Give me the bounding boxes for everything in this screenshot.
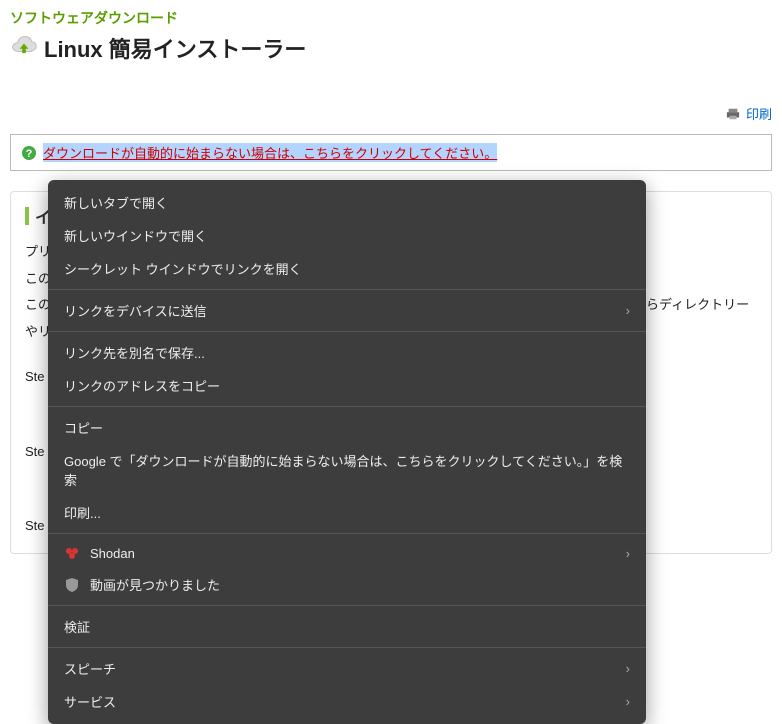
menu-separator xyxy=(48,533,646,534)
printer-icon xyxy=(726,107,740,124)
menu-separator xyxy=(48,406,646,407)
context-menu-item[interactable]: 検証 xyxy=(48,610,646,643)
menu-item-label: 新しいタブで開く xyxy=(64,193,168,212)
help-icon: ? xyxy=(21,145,37,161)
menu-item-label: リンクのアドレスをコピー xyxy=(64,376,220,395)
menu-item-label: サービス xyxy=(64,692,116,711)
page-title: Linux 簡易インストーラー xyxy=(44,32,306,64)
context-menu-item[interactable]: Shodan › xyxy=(48,538,646,568)
menu-item-label: Google で「ダウンロードが自動的に始まらない場合は、こちらをクリックしてく… xyxy=(64,451,630,489)
context-menu-item[interactable]: リンクのアドレスをコピー xyxy=(48,369,646,402)
chevron-right-icon: › xyxy=(626,303,630,318)
menu-item-label: リンクをデバイスに送信 xyxy=(64,301,207,320)
menu-separator xyxy=(48,331,646,332)
menu-separator xyxy=(48,605,646,606)
menu-item-label: シークレット ウインドウでリンクを開く xyxy=(64,259,302,278)
title-row: Linux 簡易インストーラー xyxy=(10,32,772,64)
context-menu-item[interactable]: 新しいウインドウで開く xyxy=(48,219,646,252)
print-link[interactable]: 印刷 xyxy=(746,107,772,122)
menu-item-label: コピー xyxy=(64,418,103,437)
context-menu-item[interactable]: 動画が見つかりました xyxy=(48,568,646,601)
menu-item-label: 印刷... xyxy=(64,503,101,522)
menu-separator xyxy=(48,647,646,648)
chevron-right-icon: › xyxy=(626,661,630,676)
menu-item-label: スピーチ xyxy=(64,659,116,678)
context-menu: 新しいタブで開く新しいウインドウで開くシークレット ウインドウでリンクを開くリン… xyxy=(48,180,646,724)
context-menu-item[interactable]: コピー xyxy=(48,411,646,444)
chevron-right-icon: › xyxy=(626,546,630,561)
context-menu-item[interactable]: サービス › xyxy=(48,685,646,718)
menu-item-label: Shodan xyxy=(90,546,135,561)
shodan-icon xyxy=(64,545,80,561)
context-menu-item[interactable]: リンクをデバイスに送信 › xyxy=(48,294,646,327)
breadcrumb[interactable]: ソフトウェアダウンロード xyxy=(10,8,772,28)
notice-box: ? ダウンロードが自動的に始まらない場合は、こちらをクリックしてください。 xyxy=(10,134,772,171)
shield-icon xyxy=(64,577,80,593)
menu-item-label: 検証 xyxy=(64,617,90,636)
context-menu-item[interactable]: シークレット ウインドウでリンクを開く xyxy=(48,252,646,285)
menu-item-label: リンク先を別名で保存... xyxy=(64,343,205,362)
context-menu-item[interactable]: 印刷... xyxy=(48,496,646,529)
green-accent-bar xyxy=(25,207,29,225)
context-menu-item[interactable]: 新しいタブで開く xyxy=(48,186,646,219)
download-cloud-icon xyxy=(10,33,38,64)
svg-text:?: ? xyxy=(26,148,33,160)
context-menu-item[interactable]: リンク先を別名で保存... xyxy=(48,336,646,369)
print-row: 印刷 xyxy=(10,104,772,124)
menu-item-label: 動画が見つかりました xyxy=(90,575,220,594)
context-menu-item[interactable]: Google で「ダウンロードが自動的に始まらない場合は、こちらをクリックしてく… xyxy=(48,444,646,496)
menu-item-label: 新しいウインドウで開く xyxy=(64,226,207,245)
context-menu-item[interactable]: スピーチ › xyxy=(48,652,646,685)
menu-separator xyxy=(48,289,646,290)
notice-download-link[interactable]: ダウンロードが自動的に始まらない場合は、こちらをクリックしてください。 xyxy=(43,143,497,162)
chevron-right-icon: › xyxy=(626,694,630,709)
